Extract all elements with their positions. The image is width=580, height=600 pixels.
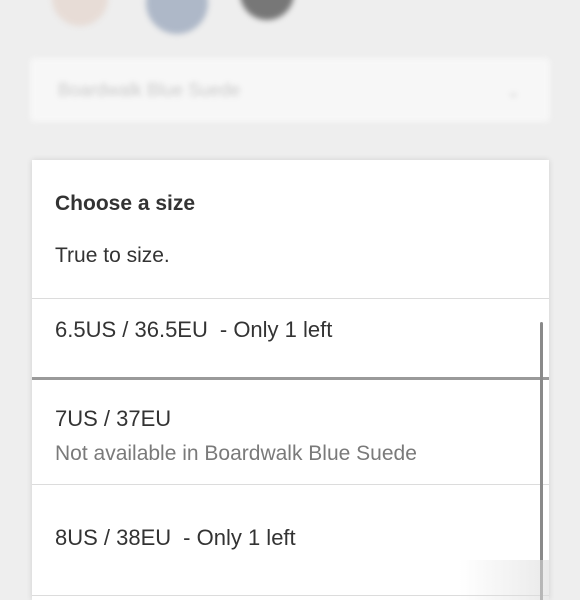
stock-note: - Only 1 left [219,317,333,342]
size-option-line: 6.5US / 36.5EU - Only 1 left [55,317,332,343]
size-option-7[interactable]: 7US / 37EU Not available in Boardwalk Bl… [32,380,549,485]
color-swatch-blue[interactable] [146,0,208,34]
size-dropdown-header: Choose a size True to size. [32,160,549,299]
size-dropdown-title: Choose a size [55,192,196,215]
stock-note: - Only 1 left [183,525,296,550]
chevron-down-icon: ⌄ [506,84,520,101]
size-option-line: 8US / 38EU - Only 1 left [55,525,296,551]
color-swatch-gray[interactable] [240,0,294,20]
bottom-shadow [459,560,549,600]
color-select-value: Boardwalk Blue Suede [58,80,241,100]
size-option-label: 8US / 38EU [55,525,172,550]
size-option-label: 7US / 37EU [55,406,172,431]
size-fit-note: True to size. [55,244,170,267]
dropdown-scrollbar[interactable] [540,322,543,600]
color-select[interactable]: Boardwalk Blue Suede ⌄ [30,58,550,122]
size-option-label: 6.5US / 36.5EU [55,317,208,342]
color-swatch-beige[interactable] [52,0,108,26]
availability-note: Not available in Boardwalk Blue Suede [55,442,417,465]
size-dropdown-panel: Choose a size True to size. 6.5US / 36.5… [32,160,549,600]
size-option-line: 7US / 37EU [55,406,171,432]
size-option-6-5[interactable]: 6.5US / 36.5EU - Only 1 left [32,299,549,380]
